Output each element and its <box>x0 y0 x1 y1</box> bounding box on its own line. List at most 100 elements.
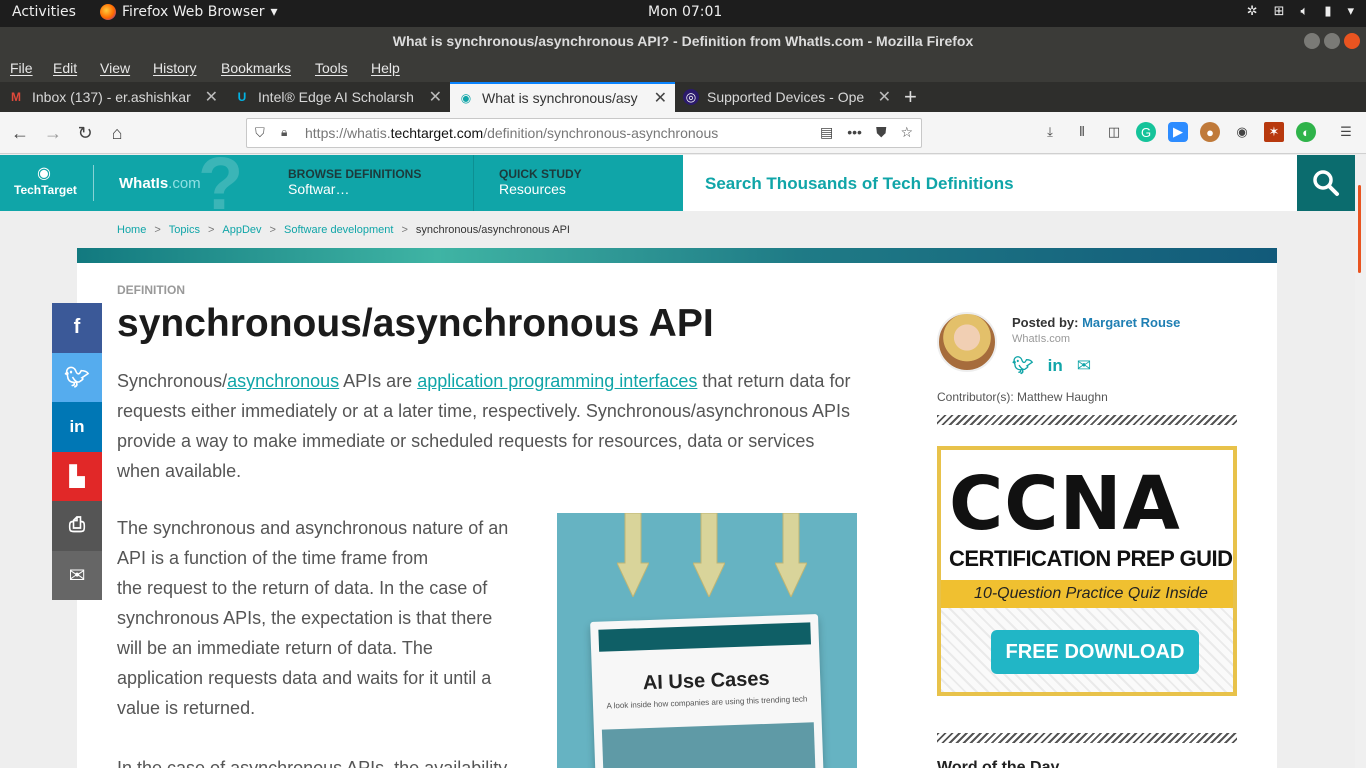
window-controls <box>1304 33 1360 49</box>
twitter-icon[interactable]: 🐦︎ <box>1012 356 1034 376</box>
url-text[interactable]: https://whatis.techtarget.com/definition… <box>305 125 761 141</box>
pocket-icon[interactable]: ⛊ <box>876 124 887 141</box>
tab-bar: M Inbox (137) - er.ashishkar ✕ U Intel® … <box>0 82 1366 112</box>
page-actions-icon[interactable]: ••• <box>847 124 862 141</box>
breadcrumb-current: synchronous/asynchronous API <box>415 224 570 236</box>
ad-headline: CCNA <box>949 461 1181 547</box>
web-page: ◉ TechTarget ? WhatIs.com BROWSE DEFINIT… <box>0 155 1366 768</box>
menu-bookmarks[interactable]: Bookmarks <box>221 60 291 76</box>
asynchronous-link[interactable]: asynchronous <box>227 371 339 391</box>
firefox-icon <box>100 4 116 20</box>
close-window-button[interactable] <box>1344 33 1360 49</box>
hamburger-menu-icon[interactable]: ☰ <box>1336 122 1356 142</box>
page-scrollbar[interactable] <box>1355 155 1366 768</box>
activities-button[interactable]: Activities <box>12 4 76 20</box>
gmail-icon: M <box>11 90 21 104</box>
sidebar-icon[interactable]: ◫ <box>1104 122 1124 142</box>
breadcrumb-topics[interactable]: Topics <box>169 224 200 236</box>
ai-use-cases-promo[interactable]: AI Use Cases A look inside how companies… <box>557 513 857 768</box>
close-tab-icon[interactable]: ✕ <box>429 87 442 107</box>
extension-icon[interactable]: ✶ <box>1264 122 1284 142</box>
battery-icon[interactable]: ▮ <box>1324 4 1331 19</box>
cookie-icon[interactable]: ● <box>1200 122 1220 142</box>
chevron-down-icon[interactable]: ▾ <box>1347 4 1354 19</box>
tab-supported-devices[interactable]: ◎ Supported Devices - Ope ✕ <box>675 82 899 112</box>
techtarget-logo[interactable]: ◉ TechTarget <box>14 165 77 197</box>
menu-view[interactable]: View <box>100 60 130 76</box>
tab-whatis[interactable]: ◉ What is synchronous/asy ✕ <box>450 82 675 112</box>
close-tab-icon[interactable]: ✕ <box>878 87 891 107</box>
openvino-icon: ◎ <box>683 89 699 105</box>
flipboard-share-icon[interactable]: ▙ <box>52 451 102 501</box>
url-bar[interactable]: ⛉ 🔒︎ https://whatis.techtarget.com/defin… <box>246 118 922 148</box>
ccna-ad[interactable]: CCNA CERTIFICATION PREP GUIDE 10-Questio… <box>937 446 1237 696</box>
scrollbar-thumb[interactable] <box>1358 185 1361 273</box>
twitter-share-icon[interactable]: 🐦︎ <box>52 352 102 402</box>
breadcrumb-home[interactable]: Home <box>117 224 146 236</box>
browse-definitions-menu[interactable]: BROWSE DEFINITIONS Softwar… <box>288 167 421 197</box>
minimize-button[interactable] <box>1304 33 1320 49</box>
menu-help[interactable]: Help <box>371 60 400 76</box>
avatar <box>937 312 997 372</box>
volume-icon[interactable]: 🔈︎ <box>1301 4 1309 19</box>
email-icon[interactable]: ✉ <box>1077 356 1091 376</box>
maximize-button[interactable] <box>1324 33 1340 49</box>
search-button[interactable] <box>1297 155 1355 211</box>
reader-view-icon[interactable]: ▤ <box>820 124 833 141</box>
ad-subhead: CERTIFICATION PREP GUIDE <box>949 546 1237 571</box>
slack-tray-icon[interactable]: ✲ <box>1247 4 1258 19</box>
menu-tools[interactable]: Tools <box>315 60 348 76</box>
library-icon[interactable]: ⫴ <box>1072 122 1092 142</box>
ebook-illustration <box>601 722 816 768</box>
grammarly-icon[interactable]: G <box>1136 122 1156 142</box>
posted-by: Posted by: Margaret Rouse <box>1012 315 1181 330</box>
app-menu[interactable]: Firefox Web Browser ▾ <box>100 4 278 20</box>
zoom-icon[interactable]: ▶ <box>1168 122 1188 142</box>
page-title: synchronous/asynchronous API <box>117 302 714 345</box>
contributors: Contributor(s): Matthew Haughn <box>937 390 1108 404</box>
reload-button[interactable]: ↻ <box>73 121 97 145</box>
green-extension-icon[interactable]: ◐ <box>1296 122 1316 142</box>
api-link[interactable]: application programming interfaces <box>417 371 697 391</box>
downloads-icon[interactable]: ⤓ <box>1040 122 1060 142</box>
network-icon[interactable]: ⊞ <box>1274 4 1285 19</box>
lock-icon[interactable]: 🔒︎ <box>281 125 287 140</box>
close-tab-icon[interactable]: ✕ <box>654 88 667 108</box>
tracking-protection-icon[interactable]: ⛉ <box>255 125 265 141</box>
menu-file[interactable]: File <box>10 60 33 76</box>
account-icon[interactable]: ◉ <box>1232 122 1252 142</box>
print-icon[interactable]: ⎙ <box>52 501 102 551</box>
tab-intel-scholarship[interactable]: U Intel® Edge AI Scholarsh ✕ <box>226 82 450 112</box>
menu-edit[interactable]: Edit <box>53 60 77 76</box>
menu-history[interactable]: History <box>153 60 197 76</box>
linkedin-share-icon[interactable]: in <box>52 402 102 452</box>
back-button[interactable]: ← <box>8 121 32 145</box>
linkedin-icon[interactable]: in <box>1048 356 1063 376</box>
url-bar-actions: ▤ ••• ⛊ ☆ <box>820 124 913 141</box>
author-socials: 🐦︎ in ✉ <box>1012 356 1091 376</box>
breadcrumb-appdev[interactable]: AppDev <box>222 224 261 236</box>
quick-study-menu[interactable]: QUICK STUDY Resources <box>499 167 582 197</box>
whatis-logo[interactable]: WhatIs.com <box>119 175 201 192</box>
new-tab-button[interactable]: + <box>904 84 917 110</box>
ebook-title: AI Use Cases <box>642 667 770 695</box>
email-share-icon[interactable]: ✉ <box>52 550 102 600</box>
bookmark-star-icon[interactable]: ☆ <box>900 124 913 141</box>
ad-strip: 10-Question Practice Quiz Inside <box>941 580 1233 608</box>
app-menu-label: Firefox Web Browser <box>122 4 265 20</box>
definition-label: DEFINITION <box>117 283 185 297</box>
site-search-input[interactable]: Search Thousands of Tech Definitions <box>683 155 1297 211</box>
breadcrumb-software-development[interactable]: Software development <box>284 224 393 236</box>
tab-label: Supported Devices - Ope <box>707 89 865 105</box>
down-arrow-graphic <box>617 513 649 597</box>
tab-inbox[interactable]: M Inbox (137) - er.ashishkar ✕ <box>0 82 226 112</box>
forward-button[interactable]: → <box>41 121 65 145</box>
home-button[interactable]: ⌂ <box>105 121 129 145</box>
author-link[interactable]: Margaret Rouse <box>1082 315 1180 330</box>
body-paragraph: The synchronous and asynchronous nature … <box>117 518 509 718</box>
clock[interactable]: Mon 07:01 <box>648 4 722 20</box>
free-download-button[interactable]: FREE DOWNLOAD <box>991 630 1199 674</box>
facebook-share-icon[interactable]: f <box>52 303 102 353</box>
tab-label: What is synchronous/asy <box>482 90 638 106</box>
close-tab-icon[interactable]: ✕ <box>205 87 218 107</box>
